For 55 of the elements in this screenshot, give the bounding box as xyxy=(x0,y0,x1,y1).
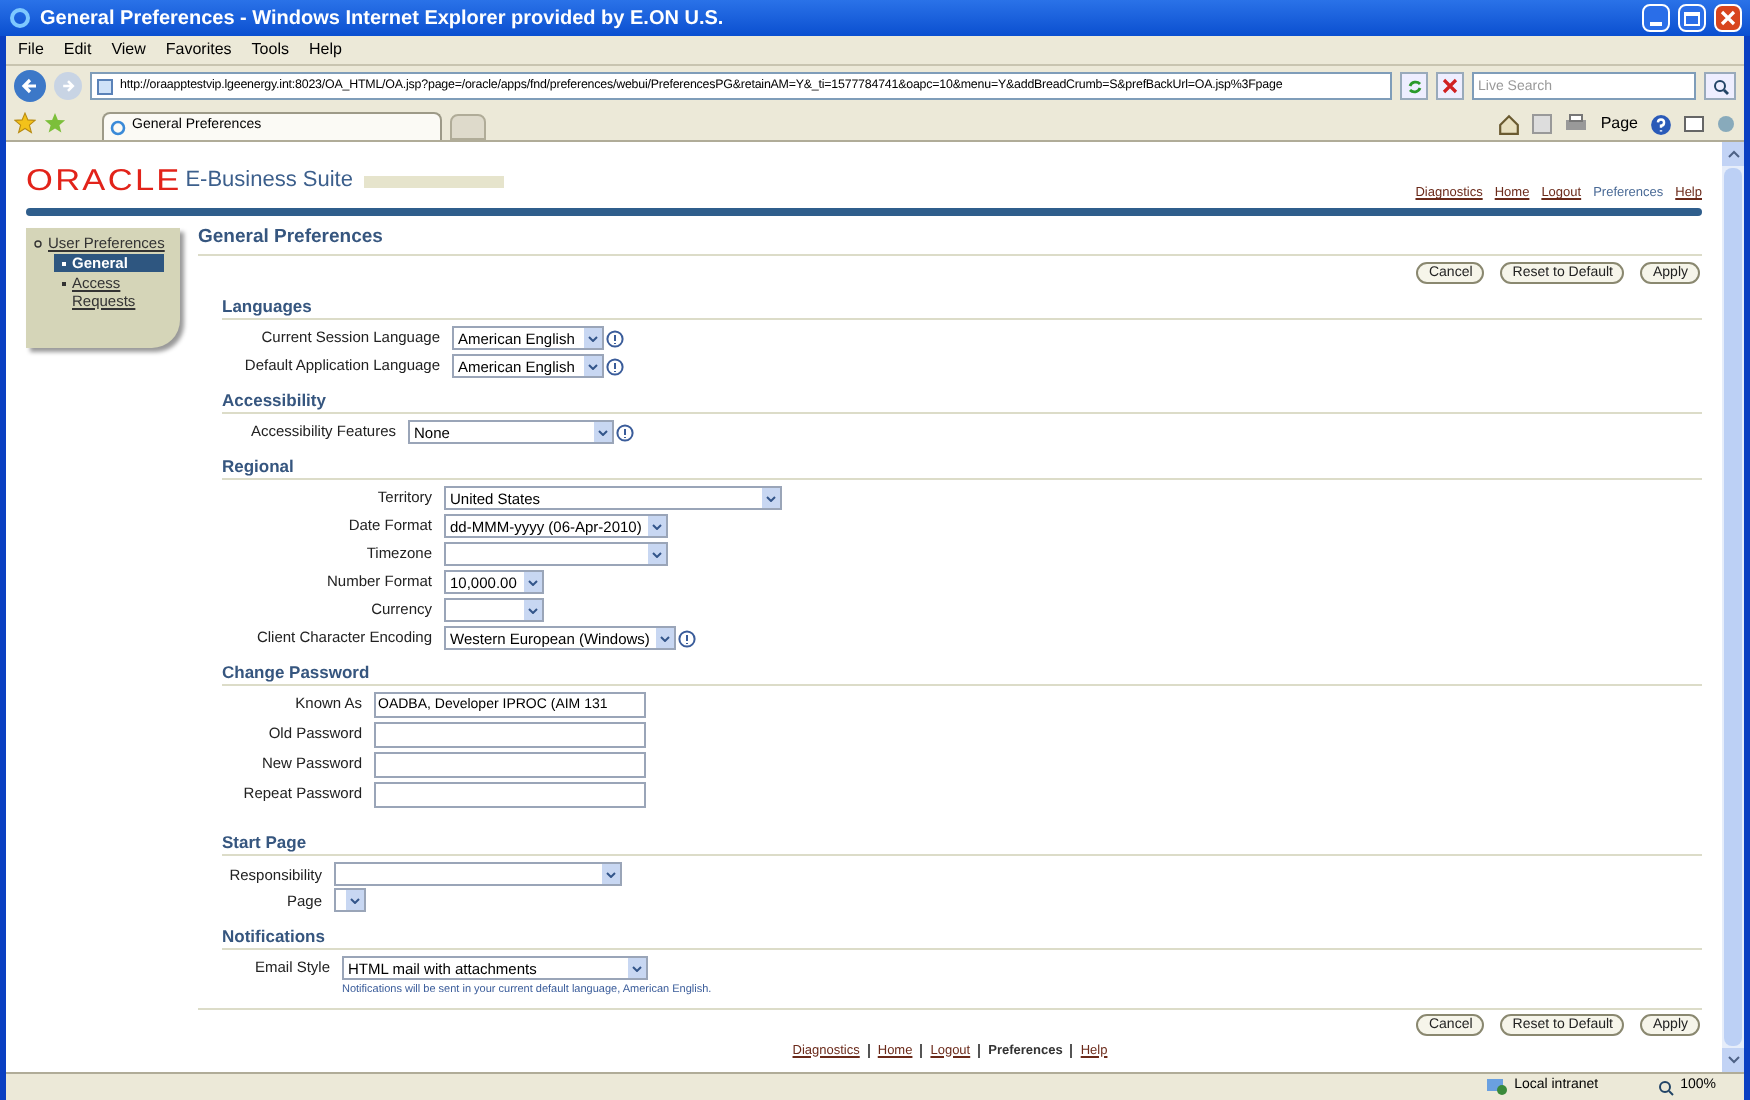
magnifier-icon xyxy=(1658,1079,1675,1095)
page-icon xyxy=(110,119,126,135)
browser-logo-icon xyxy=(8,6,32,30)
back-button[interactable] xyxy=(14,70,46,102)
stop-icon xyxy=(1442,78,1458,94)
scroll-down-icon[interactable] xyxy=(1727,1056,1739,1064)
text-field[interactable] xyxy=(374,752,646,779)
suite-name: E-Business Suite xyxy=(185,170,353,192)
info-icon[interactable] xyxy=(616,423,634,442)
close-icon xyxy=(1720,10,1736,26)
oracle-logo: ORACLE xyxy=(26,166,182,196)
section-title: Languages xyxy=(222,296,1702,321)
info-icon[interactable] xyxy=(606,329,624,348)
menu-item[interactable]: Tools xyxy=(251,38,289,62)
menu-item[interactable]: Favorites xyxy=(165,38,232,62)
select-field[interactable] xyxy=(334,862,622,887)
menu-item[interactable]: View xyxy=(111,38,146,62)
page-menu[interactable]: Page xyxy=(1600,112,1638,136)
select-field[interactable] xyxy=(444,598,544,623)
section-title: Change Password xyxy=(222,662,1702,687)
close-button[interactable] xyxy=(1714,4,1742,32)
stop-button[interactable] xyxy=(1436,72,1464,100)
search-button[interactable] xyxy=(1704,72,1736,100)
select-field[interactable] xyxy=(334,888,366,913)
page-title: General Preferences xyxy=(198,224,1702,257)
section-title: Regional xyxy=(222,456,1702,481)
page-icon xyxy=(96,77,114,95)
select-field[interactable] xyxy=(444,542,668,567)
maximize-button[interactable] xyxy=(1678,4,1706,32)
minimize-button[interactable] xyxy=(1642,4,1670,32)
home-icon[interactable] xyxy=(1498,113,1521,135)
scroll-up-icon[interactable] xyxy=(1727,150,1739,158)
section-title: Accessibility xyxy=(222,390,1702,415)
search-icon xyxy=(1711,77,1729,95)
info-icon[interactable] xyxy=(606,357,624,376)
refresh-button[interactable] xyxy=(1400,72,1428,100)
network-icon xyxy=(1486,1078,1509,1096)
printer-icon[interactable] xyxy=(1564,114,1589,134)
star-icon[interactable] xyxy=(14,112,36,134)
help-icon[interactable] xyxy=(1650,113,1672,135)
redacted-bar xyxy=(364,175,505,187)
menu-item[interactable]: Help xyxy=(308,38,342,62)
menu-item[interactable]: Edit xyxy=(63,38,92,62)
text-field[interactable] xyxy=(374,782,646,809)
window-title: General Preferences - Windows Internet Explorer provided by E.ON U.S. xyxy=(40,5,726,33)
refresh-icon xyxy=(1405,77,1423,95)
scrollbar[interactable] xyxy=(1722,142,1744,1072)
bullet-icon xyxy=(34,240,42,248)
back-arrow-icon xyxy=(20,76,40,96)
section-title: Start Page xyxy=(222,832,1702,857)
menu-item[interactable]: File xyxy=(18,38,44,62)
forward-arrow-icon xyxy=(60,78,76,94)
text-field[interactable] xyxy=(374,722,646,749)
info-icon[interactable] xyxy=(678,629,696,648)
section-title: Notifications xyxy=(222,926,1702,951)
